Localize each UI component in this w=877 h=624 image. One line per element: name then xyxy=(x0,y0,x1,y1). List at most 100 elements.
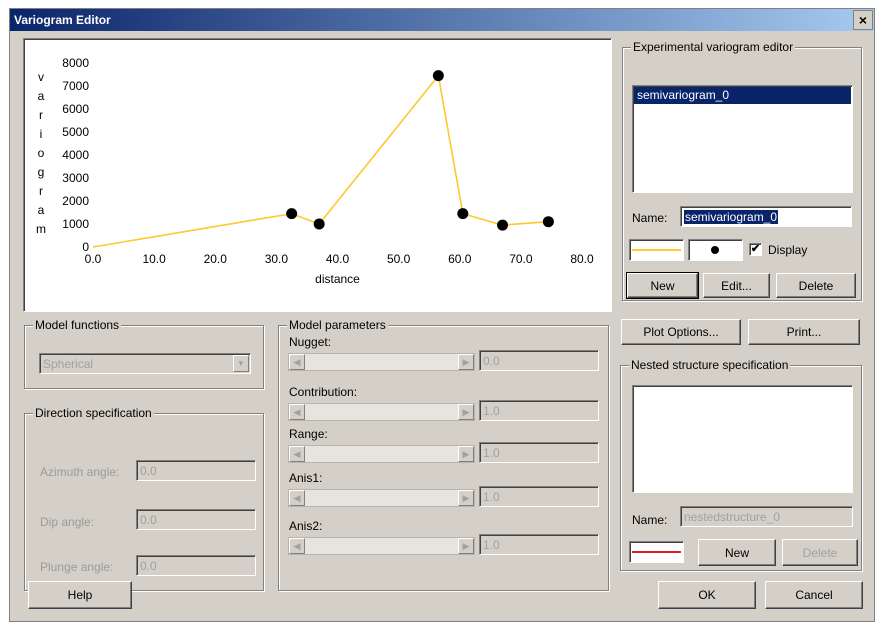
scroll-left-icon[interactable]: ◀ xyxy=(289,446,305,462)
parameter-value-field[interactable]: 1.0 xyxy=(479,442,599,463)
y-tick-label: 2000 xyxy=(62,194,89,208)
x-tick-label: 0.0 xyxy=(85,252,102,266)
parameter-value-field[interactable]: 1.0 xyxy=(479,534,599,555)
x-tick-label: 20.0 xyxy=(204,252,228,266)
data-point xyxy=(313,218,325,230)
azimuth-label: Azimuth angle: xyxy=(40,465,120,479)
variogram-name-value: semivariogram_0 xyxy=(684,210,779,224)
display-checkbox[interactable]: ✔ xyxy=(749,243,762,256)
display-label: Display xyxy=(768,243,808,257)
parameter-label: Anis1: xyxy=(289,471,323,485)
y-axis-label-letter: g xyxy=(38,165,45,179)
y-tick-label: 7000 xyxy=(62,79,89,93)
nested-name-label: Name: xyxy=(632,513,668,527)
edit-variogram-button[interactable]: Edit... xyxy=(703,273,770,298)
scroll-left-icon[interactable]: ◀ xyxy=(289,490,305,506)
plunge-field[interactable]: 0.0 xyxy=(136,555,256,576)
chevron-down-icon[interactable]: ▼ xyxy=(233,355,249,372)
parameter-slider[interactable]: ◀ ▶ xyxy=(288,537,475,555)
scroll-right-icon[interactable]: ▶ xyxy=(458,490,474,506)
y-axis-label-letter: r xyxy=(39,108,43,122)
scroll-right-icon[interactable]: ▶ xyxy=(458,354,474,370)
delete-nested-button[interactable]: Delete xyxy=(782,539,858,566)
help-button[interactable]: Help xyxy=(28,581,132,609)
new-nested-button[interactable]: New xyxy=(698,539,776,566)
variogram-name-field[interactable]: semivariogram_0 xyxy=(680,206,852,227)
nested-line-swatch[interactable] xyxy=(629,541,684,563)
new-variogram-button[interactable]: New xyxy=(626,272,699,299)
close-button[interactable]: × xyxy=(853,10,873,30)
line-style-swatch[interactable] xyxy=(629,239,684,261)
y-axis-label-letter: m xyxy=(36,222,46,236)
parameter-value-field[interactable]: 0.0 xyxy=(479,350,599,371)
plunge-label: Plunge angle: xyxy=(40,560,114,574)
title-bar: Variogram Editor × xyxy=(10,9,874,31)
parameter-label: Anis2: xyxy=(289,519,323,533)
nested-name-field[interactable]: nestedstructure_0 xyxy=(680,506,853,527)
y-tick-label: 4000 xyxy=(62,148,89,162)
cancel-button[interactable]: Cancel xyxy=(765,581,863,609)
nested-structure-list[interactable] xyxy=(632,385,853,493)
parameter-slider[interactable]: ◀ ▶ xyxy=(288,353,475,371)
variogram-list[interactable]: semivariogram_0 xyxy=(632,85,853,193)
y-tick-label: 5000 xyxy=(62,125,89,139)
model-functions-title: Model functions xyxy=(33,318,122,332)
direction-title: Direction specification xyxy=(33,406,154,420)
x-axis-label: distance xyxy=(315,272,360,286)
y-tick-label: 1000 xyxy=(62,217,89,231)
x-tick-label: 40.0 xyxy=(326,252,350,266)
variogram-list-item[interactable]: semivariogram_0 xyxy=(634,87,851,104)
model-parameters-title: Model parameters xyxy=(287,318,388,332)
scroll-left-icon[interactable]: ◀ xyxy=(289,538,305,554)
data-point xyxy=(432,70,444,82)
data-point xyxy=(542,216,554,228)
x-tick-label: 10.0 xyxy=(142,252,166,266)
parameter-slider[interactable]: ◀ ▶ xyxy=(288,403,475,421)
window-title: Variogram Editor xyxy=(14,13,111,27)
marker-style-swatch[interactable] xyxy=(688,239,743,261)
x-tick-label: 30.0 xyxy=(265,252,289,266)
x-tick-label: 80.0 xyxy=(570,252,594,266)
delete-variogram-button[interactable]: Delete xyxy=(776,273,856,298)
y-axis-label-letter: i xyxy=(40,127,43,141)
print-button[interactable]: Print... xyxy=(748,319,860,345)
data-point xyxy=(497,219,509,231)
nested-line-sample xyxy=(632,551,681,553)
y-tick-label: 8000 xyxy=(62,56,89,70)
x-tick-label: 50.0 xyxy=(387,252,411,266)
parameter-label: Contribution: xyxy=(289,385,358,399)
marker-sample xyxy=(711,246,719,254)
scroll-left-icon[interactable]: ◀ xyxy=(289,354,305,370)
y-tick-label: 6000 xyxy=(62,102,89,116)
y-axis-label-letter: v xyxy=(38,70,44,84)
parameter-label: Nugget: xyxy=(289,335,332,349)
y-axis-label-letter: o xyxy=(38,146,45,160)
parameter-value-field[interactable]: 1.0 xyxy=(479,400,599,421)
variogram-plot[interactable]: 0 1000 2000 3000 4000 5000 6000 7000 8000 0.0 10.0… xyxy=(23,38,612,312)
line-color-sample xyxy=(632,249,681,251)
azimuth-field[interactable]: 0.0 xyxy=(136,460,256,481)
x-tick-label: 60.0 xyxy=(448,252,472,266)
variogram-chart: 0100020003000400050006000700080000.0 10.0… xyxy=(36,56,594,286)
scroll-left-icon[interactable]: ◀ xyxy=(289,404,305,420)
parameter-slider[interactable]: ◀ ▶ xyxy=(288,445,475,463)
model-function-select[interactable]: Spherical ▼ xyxy=(39,353,251,374)
y-axis-label-letter: r xyxy=(39,184,43,198)
parameter-slider[interactable]: ◀ ▶ xyxy=(288,489,475,507)
y-axis-label-letter: a xyxy=(38,203,45,217)
parameter-value-field[interactable]: 1.0 xyxy=(479,486,599,507)
scroll-right-icon[interactable]: ▶ xyxy=(458,404,474,420)
dip-label: Dip angle: xyxy=(40,515,95,529)
experimental-name-label: Name: xyxy=(632,211,668,225)
ok-button[interactable]: OK xyxy=(658,581,756,609)
scroll-right-icon[interactable]: ▶ xyxy=(458,446,474,462)
y-tick-label: 3000 xyxy=(62,171,89,185)
dip-field[interactable]: 0.0 xyxy=(136,509,256,530)
scroll-right-icon[interactable]: ▶ xyxy=(458,538,474,554)
plot-options-button[interactable]: Plot Options... xyxy=(621,319,741,345)
parameter-label: Range: xyxy=(289,427,328,441)
data-point xyxy=(286,208,298,220)
variogram-editor-dialog: Variogram Editor × 0 1000 2000 3000 4000 5000… xyxy=(9,8,875,622)
experimental-group-title: Experimental variogram editor xyxy=(631,40,796,54)
x-tick-label: 70.0 xyxy=(509,252,533,266)
